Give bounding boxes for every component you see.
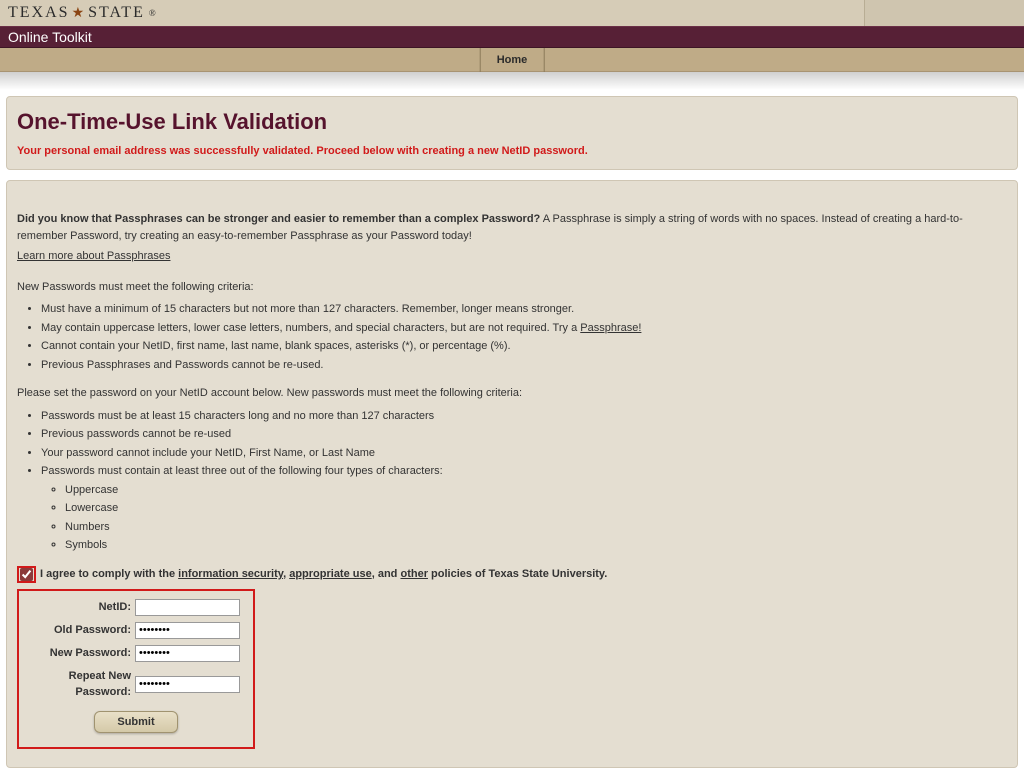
passphrase-inline-link[interactable]: Passphrase!: [580, 322, 641, 334]
submit-button[interactable]: Submit: [94, 711, 177, 733]
list-item: Passwords must contain at least three ou…: [41, 463, 1007, 554]
criteria1-list: Must have a minimum of 15 characters but…: [17, 301, 1007, 373]
list-item: Numbers: [65, 519, 1007, 536]
list-item: May contain uppercase letters, lower cas…: [41, 320, 1007, 337]
success-message: Your personal email address was successf…: [17, 145, 1007, 157]
passphrase-intro: Did you know that Passphrases can be str…: [17, 211, 1007, 244]
shadow-divider: [0, 72, 1024, 90]
top-right-placeholder: [864, 0, 1024, 26]
list-item: Symbols: [65, 537, 1007, 554]
list-item: Lowercase: [65, 500, 1007, 517]
app-title-bar: Online Toolkit: [0, 26, 1024, 48]
list-item: Uppercase: [65, 482, 1007, 499]
brand-logo: TEXAS ★ STATE ®: [8, 4, 158, 22]
appropriate-use-link[interactable]: appropriate use: [289, 568, 372, 580]
agree-checkbox[interactable]: [20, 568, 33, 581]
password-form: NetID: Old Password: New Password: Repea…: [17, 589, 255, 749]
info-security-link[interactable]: information security: [178, 568, 283, 580]
netid-label: NetID:: [25, 599, 135, 616]
repeat-password-label: Repeat New Password:: [25, 668, 135, 701]
page-title: One-Time-Use Link Validation: [17, 109, 1007, 135]
new-password-label: New Password:: [25, 645, 135, 662]
netid-input[interactable]: [135, 599, 240, 616]
passphrase-lead-bold: Did you know that Passphrases can be str…: [17, 213, 540, 225]
list-item: Passwords must be at least 15 characters…: [41, 408, 1007, 425]
header-panel: One-Time-Use Link Validation Your person…: [6, 96, 1018, 170]
other-policies-link[interactable]: other: [400, 568, 428, 580]
old-password-input[interactable]: [135, 622, 240, 639]
top-bar: TEXAS ★ STATE ®: [0, 0, 1024, 26]
nav-home-label: Home: [497, 54, 528, 66]
agree-row: I agree to comply with the information s…: [17, 566, 1007, 583]
brand-text-2: STATE: [88, 4, 145, 22]
star-icon: ★: [72, 5, 87, 22]
old-password-label: Old Password:: [25, 622, 135, 639]
content-panel: Did you know that Passphrases can be str…: [6, 180, 1018, 768]
criteria2-list: Passwords must be at least 15 characters…: [17, 408, 1007, 554]
list-item: Must have a minimum of 15 characters but…: [41, 301, 1007, 318]
repeat-password-input[interactable]: [135, 676, 240, 693]
nav-home-tab[interactable]: Home: [480, 48, 545, 72]
app-title: Online Toolkit: [8, 29, 92, 45]
new-password-input[interactable]: [135, 645, 240, 662]
brand-text-1: TEXAS: [8, 4, 70, 22]
criteria2-intro: Please set the password on your NetID ac…: [17, 385, 1007, 402]
list-item: Previous Passphrases and Passwords canno…: [41, 357, 1007, 374]
list-item: Previous passwords cannot be re-used: [41, 426, 1007, 443]
agree-text: I agree to comply with the information s…: [40, 566, 607, 583]
learn-passphrases-link[interactable]: Learn more about Passphrases: [17, 250, 170, 262]
nav-bar: Home: [0, 48, 1024, 72]
criteria1-intro: New Passwords must meet the following cr…: [17, 279, 1007, 296]
list-item: Your password cannot include your NetID,…: [41, 445, 1007, 462]
char-types-list: Uppercase Lowercase Numbers Symbols: [41, 482, 1007, 554]
checkbox-highlight: [17, 566, 36, 583]
list-item: Cannot contain your NetID, first name, l…: [41, 338, 1007, 355]
